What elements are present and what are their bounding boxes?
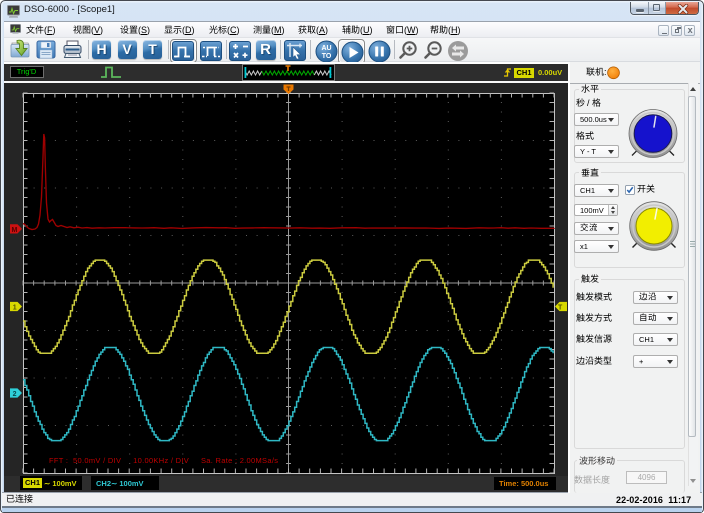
svg-text:FFT : 50.0mV / DIV 10.00K: FFT : 50.0mV / DIV 10.00KHz / DIV Sa. Ra… bbox=[49, 456, 278, 465]
svg-text:AU: AU bbox=[321, 45, 331, 52]
svg-text:T: T bbox=[558, 305, 563, 312]
svg-text:1: 1 bbox=[13, 305, 17, 312]
svg-text:2: 2 bbox=[13, 391, 17, 398]
svg-text:TO: TO bbox=[321, 53, 331, 60]
svg-text:M: M bbox=[12, 227, 18, 234]
